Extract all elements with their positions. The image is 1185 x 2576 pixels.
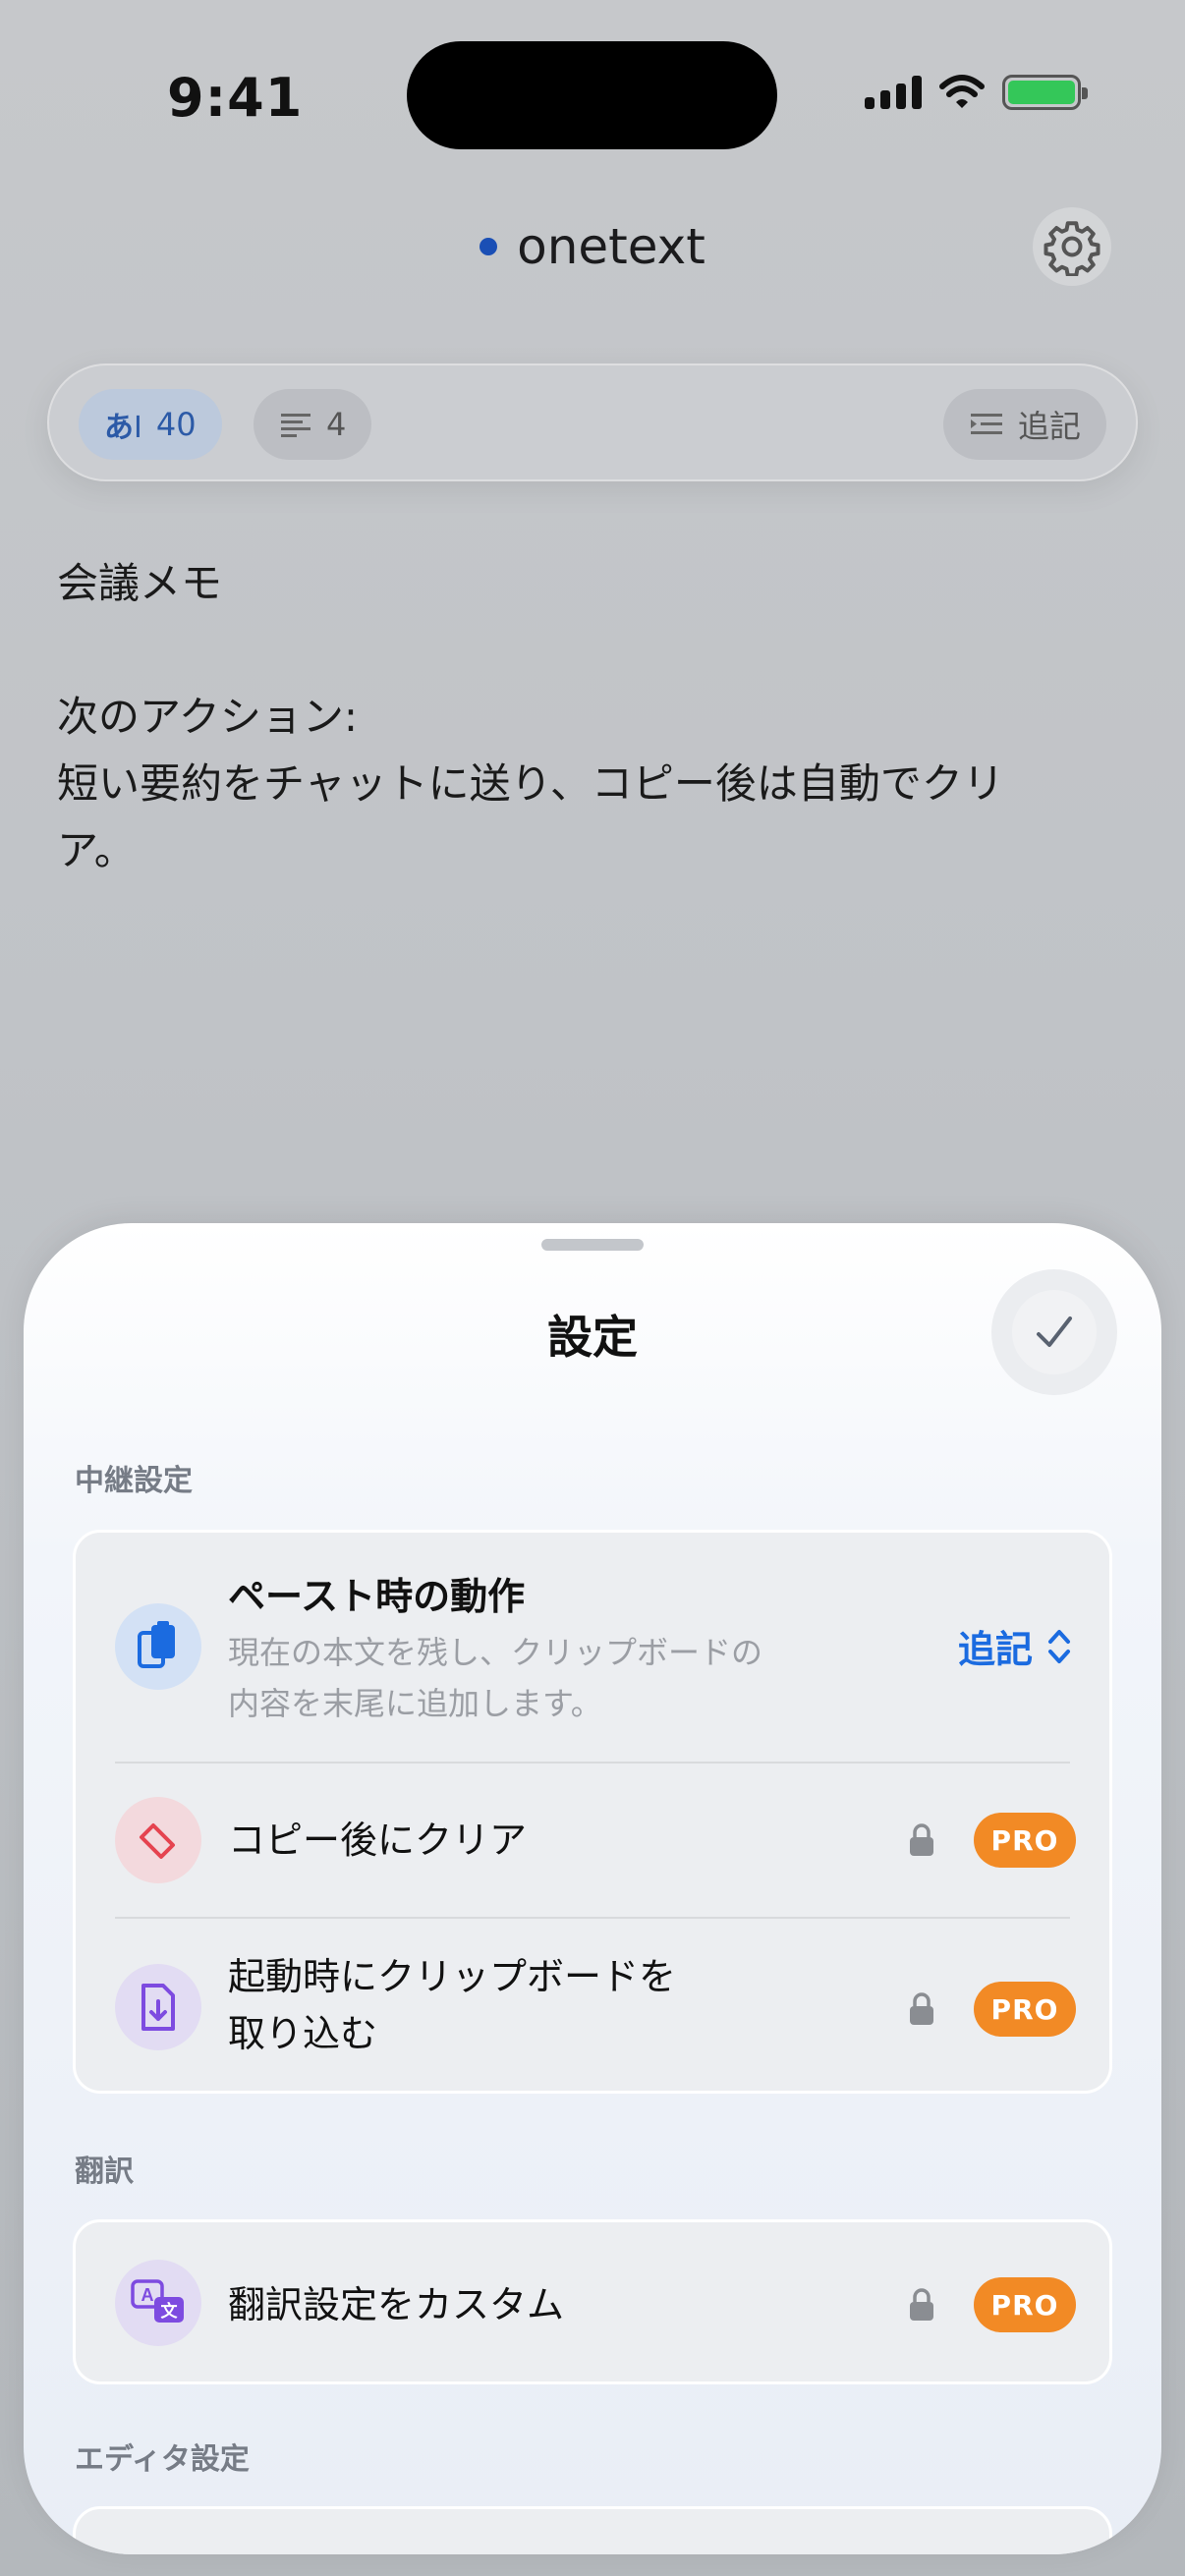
- paste-behavior-title: ペースト時の動作: [228, 1575, 526, 1618]
- note-line: ア。: [57, 826, 136, 874]
- translate-icon: A 文: [115, 2260, 201, 2346]
- settings-sheet: 設定 中継設定 ペースト時の動作 現在の本文を残し、クリップボードの 内容を末尾…: [24, 1223, 1161, 2554]
- file-download-icon: [115, 1964, 201, 2050]
- paste-mode-chip[interactable]: 追記: [942, 389, 1106, 460]
- note-line: 短い要約をチャットに送り、コピー後は自動でクリ: [57, 759, 1004, 808]
- checkmark-icon: [1037, 1316, 1072, 1347]
- char-count-icon: あI: [104, 411, 142, 445]
- append-icon: [970, 414, 1002, 434]
- paste-behavior-desc-line2: 内容を末尾に追加します。: [228, 1685, 602, 1722]
- char-count: 40: [155, 406, 197, 443]
- wifi-icon: [939, 75, 985, 108]
- line-count-chip[interactable]: 4: [254, 389, 372, 460]
- app-title: onetext: [0, 218, 1185, 275]
- line-count: 4: [326, 406, 347, 443]
- pro-badge: PRO: [974, 1982, 1076, 2037]
- note-line: 会議メモ: [57, 559, 223, 607]
- svg-text:文: 文: [161, 2301, 179, 2322]
- row-paste-behavior[interactable]: ペースト時の動作 現在の本文を残し、クリップボードの 内容を末尾に追加します。 …: [76, 1533, 1109, 1762]
- custom-translate-title: 翻訳設定をカスタム: [228, 2283, 565, 2326]
- eraser-icon: [115, 1797, 201, 1883]
- lock-icon: [910, 1992, 933, 2025]
- clear-after-copy-title: コピー後にクリア: [228, 1819, 528, 1862]
- lock-icon: [910, 1823, 933, 1856]
- app-title-text: onetext: [517, 218, 705, 275]
- cellular-signal-icon: [865, 76, 922, 109]
- paste-behavior-picker[interactable]: 追記: [958, 1619, 1072, 1673]
- note-line: [57, 617, 1138, 684]
- section-label-editor: エディタ設定: [75, 2442, 250, 2477]
- paste-behavior-value: 追記: [957, 1628, 1033, 1671]
- translate-settings-card: A 文 翻訳設定をカスタム PRO: [73, 2219, 1112, 2384]
- paste-mode-label: 追記: [1017, 408, 1081, 445]
- gear-icon: [1044, 221, 1100, 276]
- lines-icon: [281, 414, 310, 437]
- chevron-up-down-icon: [1048, 1629, 1070, 1663]
- pro-badge: PRO: [974, 2277, 1076, 2332]
- row-import-on-launch[interactable]: 起動時にクリップボードを 取り込む PRO: [76, 1919, 1109, 2097]
- import-on-launch-title-line2: 取り込む: [228, 2012, 378, 2055]
- sheet-grabber[interactable]: [541, 1239, 644, 1251]
- settings-button[interactable]: [1033, 207, 1111, 286]
- status-icons: [865, 75, 1088, 110]
- note-editor[interactable]: 会議メモ 次のアクション: 短い要約をチャットに送り、コピー後は自動でクリ ア。: [57, 550, 1138, 884]
- svg-text:A: A: [141, 2285, 154, 2305]
- dynamic-island: [407, 41, 777, 149]
- pro-badge: PRO: [974, 1813, 1076, 1868]
- section-label-relay: 中継設定: [75, 1464, 193, 1498]
- section-label-translate: 翻訳: [75, 2155, 134, 2189]
- editor-toolbar: あI 40 4 追記: [47, 364, 1138, 481]
- lock-icon: [910, 2288, 933, 2321]
- relay-settings-card: ペースト時の動作 現在の本文を残し、クリップボードの 内容を末尾に追加します。 …: [73, 1530, 1112, 2094]
- clipboard-icon: [115, 1603, 201, 1690]
- paste-behavior-desc-line1: 現在の本文を残し、クリップボードの: [228, 1634, 763, 1671]
- status-time: 9:41: [167, 67, 304, 129]
- import-on-launch-title-line1: 起動時にクリップボードを: [228, 1955, 677, 1998]
- char-count-chip[interactable]: あI 40: [79, 389, 222, 460]
- row-clear-after-copy[interactable]: コピー後にクリア PRO: [76, 1764, 1109, 1917]
- editor-settings-card: [73, 2506, 1112, 2554]
- note-line: 次のアクション:: [57, 693, 359, 741]
- done-button[interactable]: [991, 1269, 1117, 1395]
- status-dot: [480, 238, 498, 255]
- battery-icon: [1002, 75, 1088, 110]
- row-custom-translate[interactable]: A 文 翻訳設定をカスタム PRO: [76, 2222, 1109, 2387]
